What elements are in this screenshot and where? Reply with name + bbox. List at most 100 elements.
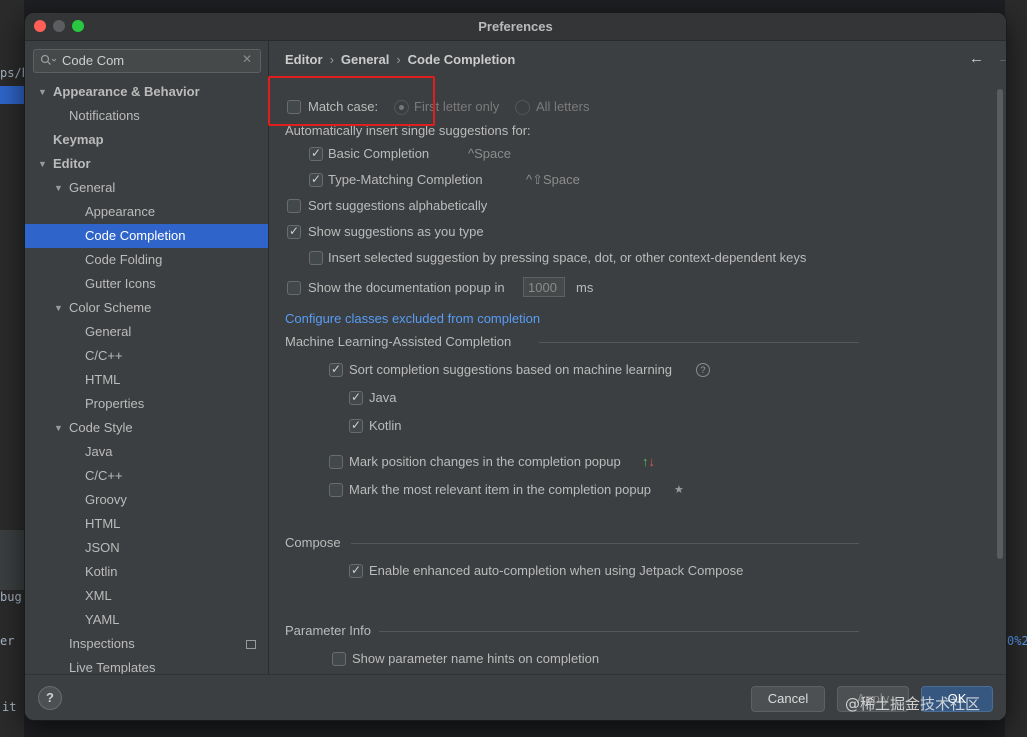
mark-relevant-checkbox[interactable] [329, 483, 343, 497]
breadcrumb: Editor › General › Code Completion [285, 52, 515, 67]
background-text: it [2, 700, 17, 714]
tree-node-general[interactable]: ▼ General [25, 176, 268, 200]
dialog-footer: ? Cancel Apply OK @稀土掘金技术社区 [25, 674, 1006, 720]
tree-node-c-c[interactable]: C/C++ [25, 344, 268, 368]
tree-node-label: Code Folding [85, 252, 163, 267]
param-hints-label: Show parameter name hints on completion [352, 651, 600, 666]
basic-completion-shortcut: ^Space [468, 146, 511, 161]
all-letters-radio[interactable] [515, 100, 530, 115]
type-matching-label: Type-Matching Completion [328, 172, 483, 187]
java-label: Java [369, 390, 397, 405]
show-as-type-checkbox[interactable] [287, 221, 301, 241]
tree-node-editor[interactable]: ▼ Editor [25, 152, 268, 176]
chevron-down-icon[interactable]: ▼ [54, 416, 66, 440]
doc-popup-label: Show the documentation popup in [308, 280, 505, 295]
tree-node-groovy[interactable]: Groovy [25, 488, 268, 512]
tree-node-label: Groovy [85, 492, 127, 507]
tree-node-notifications[interactable]: Notifications [25, 104, 268, 128]
search-input[interactable]: Code Com ✕ [33, 49, 261, 73]
star-icon: ★ [674, 484, 684, 496]
tree-node-keymap[interactable]: Keymap [25, 128, 268, 152]
tree-node-html[interactable]: HTML [25, 368, 268, 392]
type-matching-checkbox[interactable] [309, 169, 323, 189]
mark-position-row: Mark position changes in the completion … [329, 452, 729, 472]
ml-sort-checkbox[interactable] [329, 359, 343, 379]
sort-alpha-checkbox[interactable] [287, 199, 301, 213]
project-settings-icon [246, 640, 256, 649]
background-selection [0, 86, 24, 104]
tree-node-label: XML [85, 588, 112, 603]
breadcrumb-general: General [340, 52, 390, 67]
section-divider [379, 631, 859, 632]
breadcrumb-separator: › [329, 52, 334, 67]
insert-selected-checkbox[interactable] [309, 251, 323, 265]
section-divider [351, 543, 859, 544]
help-question-icon[interactable]: ? [696, 363, 710, 377]
background-link: 0%2 [1007, 634, 1027, 648]
tree-node-yaml[interactable]: YAML [25, 608, 268, 632]
breadcrumb-editor: Editor [285, 52, 323, 67]
tree-node-java[interactable]: Java [25, 440, 268, 464]
tree-node-properties[interactable]: Properties [25, 392, 268, 416]
cancel-button[interactable]: Cancel [751, 686, 825, 712]
chevron-down-icon[interactable]: ▼ [38, 152, 50, 176]
tree-node-appearance[interactable]: Appearance [25, 200, 268, 224]
search-icon [40, 54, 56, 65]
tree-node-label: Appearance [85, 204, 156, 219]
mark-position-checkbox[interactable] [329, 455, 343, 469]
breadcrumb-separator: › [396, 52, 401, 67]
basic-completion-checkbox[interactable] [309, 143, 323, 163]
doc-popup-delay-input[interactable]: 1000 [523, 277, 565, 297]
tree-node-label: JSON [85, 540, 120, 555]
tree-node-json[interactable]: JSON [25, 536, 268, 560]
chevron-down-icon[interactable]: ▼ [54, 296, 66, 320]
insert-selected-label: Insert selected suggestion by pressing s… [328, 250, 807, 265]
chevron-down-icon[interactable]: ▼ [38, 80, 50, 104]
tree-node-label: Color Scheme [69, 300, 152, 315]
tree-node-label: Editor [53, 156, 91, 171]
section-divider [539, 342, 859, 343]
content-scrollbar[interactable] [997, 89, 1003, 559]
tree-node-label: Kotlin [85, 564, 118, 579]
param-hints-checkbox[interactable] [332, 652, 346, 666]
tree-node-label: Appearance & Behavior [53, 84, 200, 99]
tree-node-c-c[interactable]: C/C++ [25, 464, 268, 488]
forward-arrow-icon[interactable]: → [997, 50, 1006, 67]
tree-node-appearance-behavior[interactable]: ▼ Appearance & Behavior [25, 80, 268, 104]
tree-node-label: Code Style [69, 420, 133, 435]
tree-node-inspections[interactable]: Inspections [25, 632, 268, 656]
tree-node-code-style[interactable]: ▼ Code Style [25, 416, 268, 440]
tree-node-label: Properties [85, 396, 145, 411]
tree-node-code-completion[interactable]: Code Completion [25, 224, 268, 248]
help-button[interactable]: ? [38, 686, 62, 710]
preferences-dialog: Preferences Code Com ✕ ▼ Appearance & Beh… [24, 12, 1007, 721]
background-text: er [0, 634, 15, 648]
clear-search-icon[interactable]: ✕ [242, 52, 252, 66]
tree-node-label: Code Completion [85, 228, 186, 243]
tree-node-code-folding[interactable]: Code Folding [25, 248, 268, 272]
tree-node-xml[interactable]: XML [25, 584, 268, 608]
tree-node-color-scheme[interactable]: ▼ Color Scheme [25, 296, 268, 320]
tree-node-general[interactable]: General [25, 320, 268, 344]
configure-classes-link[interactable]: Configure classes excluded from completi… [285, 309, 540, 329]
java-checkbox[interactable] [349, 387, 363, 407]
compose-enhanced-checkbox[interactable] [349, 560, 363, 580]
kotlin-row: Kotlin [349, 415, 469, 436]
back-arrow-icon[interactable]: ← [969, 50, 984, 67]
all-letters-label: All letters [536, 99, 590, 114]
tree-node-gutter-icons[interactable]: Gutter Icons [25, 272, 268, 296]
tree-node-label: Gutter Icons [85, 276, 156, 291]
compose-section-title: Compose [285, 535, 341, 550]
tree-node-label: Java [85, 444, 113, 459]
sort-alpha-label: Sort suggestions alphabetically [308, 198, 488, 213]
compose-enhanced-label: Enable enhanced auto-completion when usi… [369, 563, 744, 578]
watermark: @稀土掘金技术社区 [845, 695, 981, 713]
tree-node-html[interactable]: HTML [25, 512, 268, 536]
tree-node-kotlin[interactable]: Kotlin [25, 560, 268, 584]
kotlin-checkbox[interactable] [349, 415, 363, 435]
doc-popup-checkbox[interactable] [287, 281, 301, 295]
param-section-title: Parameter Info [285, 623, 371, 638]
sort-alpha-row: Sort suggestions alphabetically [287, 196, 587, 216]
chevron-down-icon[interactable]: ▼ [54, 176, 66, 200]
tree-node-label: HTML [85, 372, 121, 387]
